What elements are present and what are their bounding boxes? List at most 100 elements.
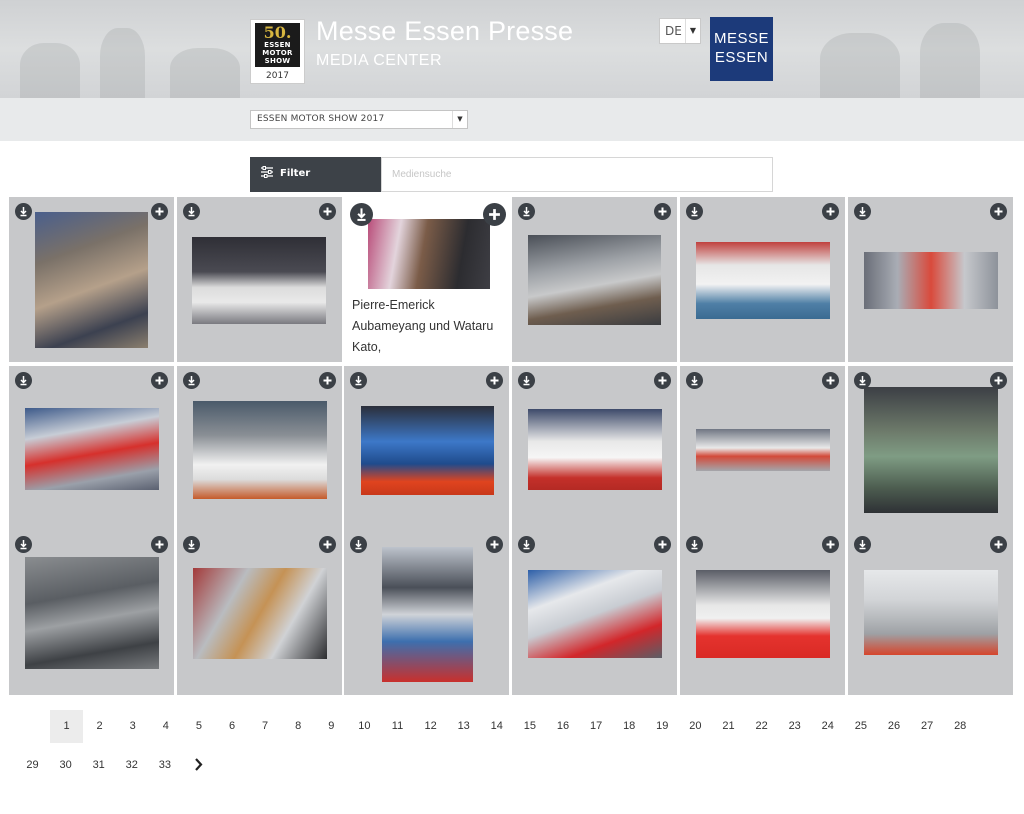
media-grid: Pierre-Emerick Aubameyang und Wataru Kat…	[9, 197, 1014, 697]
media-tile[interactable]	[344, 366, 509, 531]
messe-essen-logo[interactable]: MESSE ESSEN	[710, 17, 773, 81]
plus-icon[interactable]	[822, 203, 839, 220]
plus-icon[interactable]	[654, 536, 671, 553]
page-link-26[interactable]: 26	[878, 710, 911, 743]
media-thumbnail	[35, 212, 148, 348]
download-icon[interactable]	[686, 372, 703, 389]
plus-icon[interactable]	[151, 203, 168, 220]
media-tile[interactable]	[848, 366, 1013, 531]
media-tile-hovered[interactable]: Pierre-Emerick Aubameyang und Wataru Kat…	[344, 197, 512, 366]
media-tile[interactable]	[9, 366, 174, 531]
plus-icon[interactable]	[151, 536, 168, 553]
media-tile[interactable]	[512, 366, 677, 531]
media-tile[interactable]	[512, 530, 677, 695]
media-tile[interactable]	[9, 197, 174, 362]
event-logo[interactable]: 50. ESSEN MOTOR SHOW 2017	[250, 19, 305, 84]
download-icon[interactable]	[350, 203, 373, 226]
page-link-5[interactable]: 5	[182, 710, 215, 743]
plus-icon[interactable]	[486, 536, 503, 553]
page-link-24[interactable]: 24	[811, 710, 844, 743]
plus-icon[interactable]	[483, 203, 506, 226]
plus-icon[interactable]	[319, 372, 336, 389]
page-link-19[interactable]: 19	[646, 710, 679, 743]
filter-button[interactable]: Filter	[250, 157, 381, 192]
media-tile[interactable]	[512, 197, 677, 362]
page-link-13[interactable]: 13	[447, 710, 480, 743]
page-link-6[interactable]: 6	[216, 710, 249, 743]
media-thumbnail	[864, 252, 998, 309]
download-icon[interactable]	[854, 536, 871, 553]
plus-icon[interactable]	[319, 203, 336, 220]
download-icon[interactable]	[183, 372, 200, 389]
download-icon[interactable]	[518, 372, 535, 389]
download-icon[interactable]	[15, 203, 32, 220]
plus-icon[interactable]	[822, 536, 839, 553]
plus-icon[interactable]	[319, 536, 336, 553]
page-link-9[interactable]: 9	[315, 710, 348, 743]
plus-icon[interactable]	[990, 536, 1007, 553]
page-link-3[interactable]: 3	[116, 710, 149, 743]
plus-icon[interactable]	[654, 372, 671, 389]
page-link-2[interactable]: 2	[83, 710, 116, 743]
download-icon[interactable]	[518, 536, 535, 553]
page-link-10[interactable]: 10	[348, 710, 381, 743]
download-icon[interactable]	[15, 536, 32, 553]
download-icon[interactable]	[686, 203, 703, 220]
page-link-23[interactable]: 23	[778, 710, 811, 743]
page-link-21[interactable]: 21	[712, 710, 745, 743]
page-link-20[interactable]: 20	[679, 710, 712, 743]
page-link-27[interactable]: 27	[911, 710, 944, 743]
media-tile[interactable]	[680, 197, 845, 362]
media-tile[interactable]	[344, 530, 509, 695]
plus-icon[interactable]	[990, 203, 1007, 220]
media-tile[interactable]	[177, 197, 342, 362]
download-icon[interactable]	[183, 203, 200, 220]
page-link-32[interactable]: 32	[115, 749, 148, 782]
download-icon[interactable]	[854, 372, 871, 389]
plus-icon[interactable]	[822, 372, 839, 389]
page-link-33[interactable]: 33	[148, 749, 181, 782]
page-link-15[interactable]: 15	[513, 710, 546, 743]
page-link-29[interactable]: 29	[16, 749, 49, 782]
media-tile[interactable]	[848, 530, 1013, 695]
page-link-11[interactable]: 11	[381, 710, 414, 743]
page-link-31[interactable]: 31	[82, 749, 115, 782]
media-tile[interactable]	[9, 530, 174, 695]
page-link-25[interactable]: 25	[844, 710, 877, 743]
page-link-16[interactable]: 16	[547, 710, 580, 743]
plus-icon[interactable]	[151, 372, 168, 389]
media-tile[interactable]	[680, 530, 845, 695]
page-link-28[interactable]: 28	[944, 710, 977, 743]
plus-icon[interactable]	[654, 203, 671, 220]
page-link-4[interactable]: 4	[149, 710, 182, 743]
plus-icon[interactable]	[486, 372, 503, 389]
download-icon[interactable]	[686, 536, 703, 553]
background-crowd	[20, 43, 80, 98]
media-tile[interactable]	[177, 366, 342, 531]
page-link-1[interactable]: 1	[50, 710, 83, 743]
plus-icon[interactable]	[990, 372, 1007, 389]
media-search-input[interactable]	[381, 157, 773, 192]
download-icon[interactable]	[350, 536, 367, 553]
media-tile[interactable]	[680, 366, 845, 531]
download-icon[interactable]	[350, 372, 367, 389]
page-link-8[interactable]: 8	[282, 710, 315, 743]
media-thumbnail	[361, 406, 494, 495]
page-link-18[interactable]: 18	[613, 710, 646, 743]
download-icon[interactable]	[854, 203, 871, 220]
page-link-12[interactable]: 12	[414, 710, 447, 743]
page-link-14[interactable]: 14	[480, 710, 513, 743]
download-icon[interactable]	[15, 372, 32, 389]
download-icon[interactable]	[518, 203, 535, 220]
event-select[interactable]: ESSEN MOTOR SHOW 2017 ▼	[250, 110, 468, 129]
page-link-7[interactable]: 7	[249, 710, 282, 743]
page-link-30[interactable]: 30	[49, 749, 82, 782]
media-tile[interactable]	[848, 197, 1013, 362]
media-tile[interactable]	[177, 530, 342, 695]
language-select[interactable]: DE ▼	[659, 18, 701, 44]
page-link-22[interactable]: 22	[745, 710, 778, 743]
chevron-right-icon[interactable]	[188, 754, 210, 776]
download-icon[interactable]	[183, 536, 200, 553]
background-crowd	[820, 33, 900, 98]
page-link-17[interactable]: 17	[580, 710, 613, 743]
